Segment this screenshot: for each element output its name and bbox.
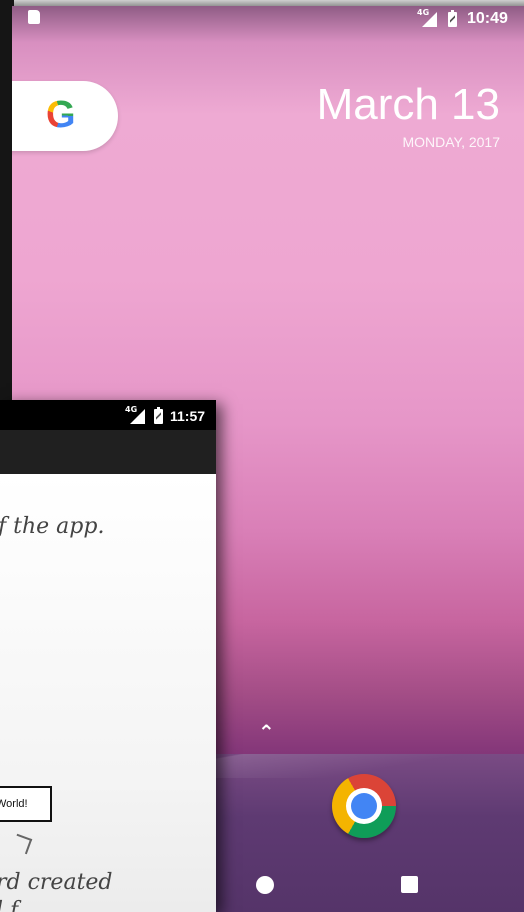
home-nav-icon[interactable] [256,876,274,894]
sd-card-icon [28,10,40,24]
chevron-up-icon[interactable]: ⌃ [258,720,275,744]
app-signal-icon [130,409,145,424]
app-status-bar: 4G 11:57 [0,400,216,430]
app-screen: 4G 11:57 f the app. World! rd created l … [0,400,216,912]
recents-nav-icon[interactable] [401,876,418,893]
app-text-top: f the app. [0,514,105,539]
status-bar: 4G 10:49 [12,6,524,32]
hello-button[interactable]: World! [0,786,52,822]
google-g-icon: G [46,94,76,136]
date-sub: MONDAY, 2017 [402,134,500,150]
app-content: f the app. World! rd created l f [0,474,216,912]
app-toolbar [0,430,216,474]
signal-icon [422,12,437,27]
app-battery-icon [154,407,163,424]
date-main[interactable]: March 13 [317,80,500,130]
app-text-bottom-1: rd created [0,870,113,895]
chrome-icon[interactable] [332,774,396,838]
app-text-bottom-2: l f [0,898,19,912]
status-clock: 10:49 [467,10,508,27]
google-search-widget[interactable]: G [12,81,118,151]
sketch-arrow-icon [11,833,33,855]
battery-icon [448,10,457,27]
app-status-clock: 11:57 [170,408,206,424]
